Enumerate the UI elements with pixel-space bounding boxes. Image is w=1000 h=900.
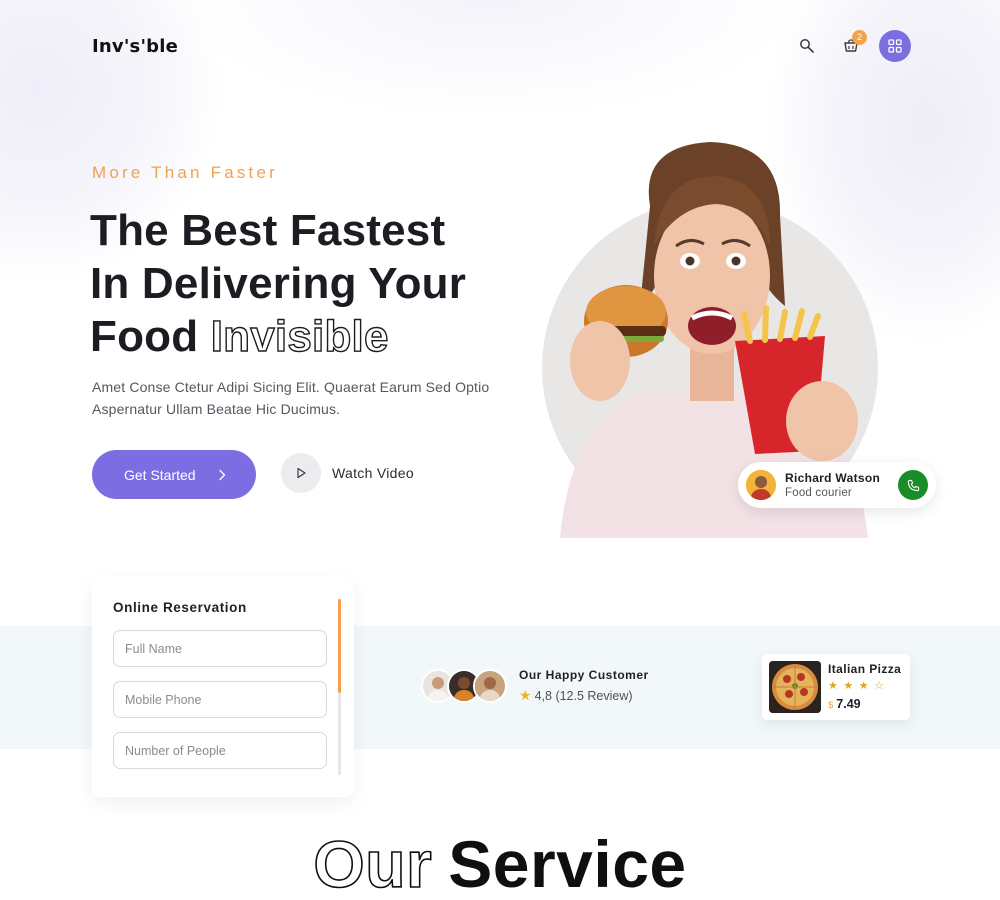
- avatar: [473, 669, 507, 703]
- courier-name: Richard Watson: [785, 471, 881, 485]
- get-started-button[interactable]: Get Started: [92, 450, 256, 499]
- rating-value: 4,8: [534, 688, 552, 703]
- scrollbar-thumb[interactable]: [338, 599, 341, 693]
- search-button[interactable]: [791, 30, 823, 62]
- watch-video-button[interactable]: Watch Video: [281, 453, 414, 493]
- hero-title: The Best Fastest In Delivering Your Food…: [90, 204, 550, 363]
- star-icon: ★: [843, 679, 855, 692]
- courier-card: Richard Watson Food courier: [738, 462, 936, 508]
- star-icon: ★: [519, 687, 532, 703]
- full-name-field[interactable]: [113, 630, 327, 667]
- product-rating: ★ ★ ★ ☆: [828, 679, 885, 692]
- watch-video-label: Watch Video: [332, 465, 414, 481]
- hero-title-line: Food: [90, 312, 199, 361]
- background-blob: [170, 0, 810, 120]
- hero-eyebrow: More Than Faster: [92, 163, 278, 182]
- product-price: $7.49: [828, 697, 861, 711]
- customer-info: Our Happy Customer ★ 4,8 (12.5 Review): [519, 668, 649, 704]
- star-outline-icon: ☆: [874, 679, 885, 692]
- courier-role: Food courier: [785, 487, 852, 499]
- cart-count-badge: 2: [852, 30, 867, 45]
- phone-icon: [907, 479, 919, 491]
- customer-title: Our Happy Customer: [519, 668, 649, 682]
- search-icon: [800, 39, 814, 53]
- grid-menu-icon: [888, 39, 902, 53]
- cart-button[interactable]: 2: [835, 30, 867, 62]
- section-heading: Our Service: [0, 826, 1000, 900]
- mobile-phone-field[interactable]: [113, 681, 327, 718]
- reservation-form: Online Reservation: [92, 577, 354, 797]
- courier-info: Richard Watson Food courier: [785, 471, 880, 499]
- hero-title-outline-word: Invisible: [210, 311, 389, 361]
- product-name: Italian Pizza: [828, 662, 902, 676]
- price-value: 7.49: [836, 697, 861, 711]
- section-heading-solid: Service: [448, 827, 687, 900]
- logo[interactable]: Inv's'ble: [92, 36, 178, 57]
- customer-avatars: [421, 669, 507, 703]
- currency-symbol: $: [828, 700, 834, 711]
- play-icon: [297, 467, 306, 479]
- star-icon: ★: [828, 679, 839, 692]
- call-button[interactable]: [898, 470, 928, 500]
- hero-description: Amet Conse Ctetur Adipi Sicing Elit. Qua…: [92, 379, 490, 417]
- section-heading-outline: Our: [313, 826, 433, 900]
- happy-customers: Our Happy Customer ★ 4,8 (12.5 Review): [421, 668, 649, 704]
- chevron-right-icon: [218, 469, 226, 481]
- customer-rating: ★ 4,8 (12.5 Review): [519, 687, 649, 704]
- get-started-label: Get Started: [124, 466, 196, 483]
- pizza-image: [769, 661, 821, 713]
- product-card[interactable]: Italian Pizza ★ ★ ★ ☆ $7.49: [762, 654, 910, 720]
- star-icon: ★: [858, 679, 870, 692]
- courier-avatar: [746, 470, 776, 500]
- menu-button[interactable]: [879, 30, 911, 62]
- number-of-people-field[interactable]: [113, 732, 327, 769]
- hero-title-line: In Delivering Your: [90, 259, 467, 308]
- hero-title-line: The Best Fastest: [90, 206, 446, 255]
- review-count: (12.5 Review): [555, 688, 633, 703]
- reservation-title: Online Reservation: [113, 600, 247, 615]
- header-actions: 2: [791, 30, 911, 62]
- play-button[interactable]: [281, 453, 321, 493]
